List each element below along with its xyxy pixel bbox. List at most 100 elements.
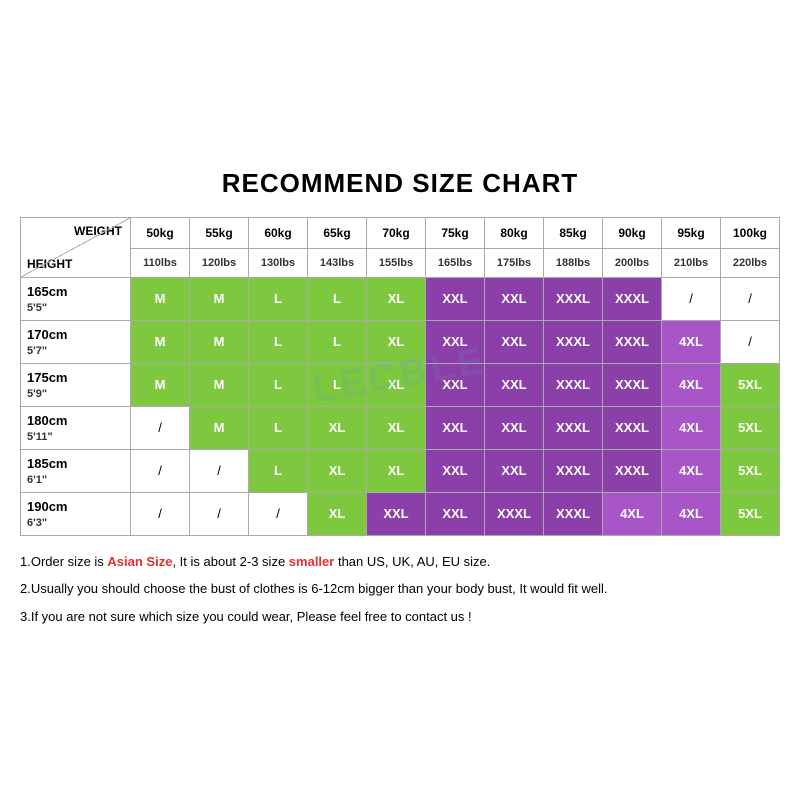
col-header-95kg: 95kg <box>662 217 721 248</box>
size-cell: XXL <box>426 449 485 492</box>
size-cell: L <box>249 449 308 492</box>
col-header-130lbs: 130lbs <box>249 249 308 278</box>
size-cell: / <box>190 492 249 535</box>
size-cell: 5XL <box>721 406 780 449</box>
size-cell: M <box>190 320 249 363</box>
col-header-210lbs: 210lbs <box>662 249 721 278</box>
note-1-asian-size: Asian Size <box>107 554 172 569</box>
size-cell: / <box>131 449 190 492</box>
size-cell: XXL <box>426 406 485 449</box>
size-cell: L <box>249 277 308 320</box>
table-row: 170cm5'7" M M L L XL XXL XXL XXXL XXXL 4… <box>21 320 780 363</box>
col-header-100kg: 100kg <box>721 217 780 248</box>
size-cell: XXL <box>485 363 544 406</box>
size-cell: / <box>249 492 308 535</box>
size-cell: L <box>249 363 308 406</box>
row-header-190: 190cm6'3" <box>21 492 131 535</box>
size-cell: XXL <box>426 277 485 320</box>
row-header-175: 175cm5'9" <box>21 363 131 406</box>
size-cell: / <box>721 277 780 320</box>
size-cell: 4XL <box>662 449 721 492</box>
height-label: HEIGHT <box>27 257 72 271</box>
size-cell: XL <box>367 320 426 363</box>
size-cell: XL <box>367 277 426 320</box>
note-1: 1.Order size is Asian Size, It is about … <box>20 550 780 573</box>
size-cell: XXXL <box>603 449 662 492</box>
size-cell: / <box>131 406 190 449</box>
size-cell: 5XL <box>721 492 780 535</box>
table-row: 165cm5'5" M M L L XL XXL XXL XXXL XXXL /… <box>21 277 780 320</box>
size-cell: XXXL <box>603 277 662 320</box>
col-header-220lbs: 220lbs <box>721 249 780 278</box>
main-container: RECOMMEND SIZE CHART LECBLE WEIGHT HEIGH… <box>10 158 790 642</box>
row-header-170: 170cm5'7" <box>21 320 131 363</box>
col-header-165lbs: 165lbs <box>426 249 485 278</box>
table-row: 180cm5'11" / M L XL XL XXL XXL XXXL XXXL… <box>21 406 780 449</box>
size-cell: 4XL <box>662 320 721 363</box>
table-row: 185cm6'1" / / L XL XL XXL XXL XXXL XXXL … <box>21 449 780 492</box>
size-cell: XXL <box>485 449 544 492</box>
size-cell: XL <box>367 363 426 406</box>
col-header-188lbs: 188lbs <box>544 249 603 278</box>
size-cell: 5XL <box>721 449 780 492</box>
table-row: 190cm6'3" / / / XL XXL XXL XXXL XXXL 4XL… <box>21 492 780 535</box>
col-header-110lbs: 110lbs <box>131 249 190 278</box>
col-header-200lbs: 200lbs <box>603 249 662 278</box>
size-cell: XXXL <box>603 363 662 406</box>
size-cell: XXL <box>426 320 485 363</box>
size-cell: XXXL <box>544 449 603 492</box>
diagonal-header-cell: WEIGHT HEIGHT <box>21 217 131 277</box>
col-header-90kg: 90kg <box>603 217 662 248</box>
size-cell: M <box>190 277 249 320</box>
notes-section: 1.Order size is Asian Size, It is about … <box>20 550 780 628</box>
size-cell: XL <box>308 492 367 535</box>
size-cell: XXL <box>426 363 485 406</box>
row-header-185: 185cm6'1" <box>21 449 131 492</box>
size-cell: 4XL <box>662 406 721 449</box>
col-header-75kg: 75kg <box>426 217 485 248</box>
col-header-85kg: 85kg <box>544 217 603 248</box>
col-header-143lbs: 143lbs <box>308 249 367 278</box>
size-cell: 4XL <box>603 492 662 535</box>
size-cell: XXL <box>485 406 544 449</box>
col-header-70kg: 70kg <box>367 217 426 248</box>
row-header-165: 165cm5'5" <box>21 277 131 320</box>
size-cell: XL <box>308 449 367 492</box>
weight-label: WEIGHT <box>74 224 122 238</box>
col-header-175lbs: 175lbs <box>485 249 544 278</box>
size-cell: XXL <box>485 320 544 363</box>
size-cell: XXXL <box>603 406 662 449</box>
size-cell: XXL <box>485 277 544 320</box>
note-3: 3.If you are not sure which size you cou… <box>20 605 780 628</box>
size-cell: XXXL <box>544 277 603 320</box>
col-header-155lbs: 155lbs <box>367 249 426 278</box>
row-header-180: 180cm5'11" <box>21 406 131 449</box>
col-header-65kg: 65kg <box>308 217 367 248</box>
size-cell: 5XL <box>721 363 780 406</box>
size-cell: XXXL <box>544 492 603 535</box>
size-cell: XXXL <box>485 492 544 535</box>
col-header-55kg: 55kg <box>190 217 249 248</box>
header-row-1: WEIGHT HEIGHT 50kg 55kg 60kg 65kg 70kg 7… <box>21 217 780 248</box>
col-header-60kg: 60kg <box>249 217 308 248</box>
note-1-smaller: smaller <box>289 554 335 569</box>
size-cell: L <box>308 320 367 363</box>
size-cell: M <box>131 320 190 363</box>
size-cell: XL <box>367 449 426 492</box>
size-cell: XXL <box>426 492 485 535</box>
size-cell: M <box>131 277 190 320</box>
size-cell: M <box>131 363 190 406</box>
size-cell: XXXL <box>603 320 662 363</box>
col-header-80kg: 80kg <box>485 217 544 248</box>
size-cell: M <box>190 363 249 406</box>
size-cell: L <box>249 406 308 449</box>
size-cell: 4XL <box>662 492 721 535</box>
size-cell: XXXL <box>544 320 603 363</box>
note-2: 2.Usually you should choose the bust of … <box>20 577 780 600</box>
size-cell: / <box>190 449 249 492</box>
size-cell: L <box>308 277 367 320</box>
chart-title: RECOMMEND SIZE CHART <box>20 168 780 199</box>
size-cell: XXL <box>367 492 426 535</box>
size-cell: / <box>662 277 721 320</box>
size-cell: XXXL <box>544 406 603 449</box>
